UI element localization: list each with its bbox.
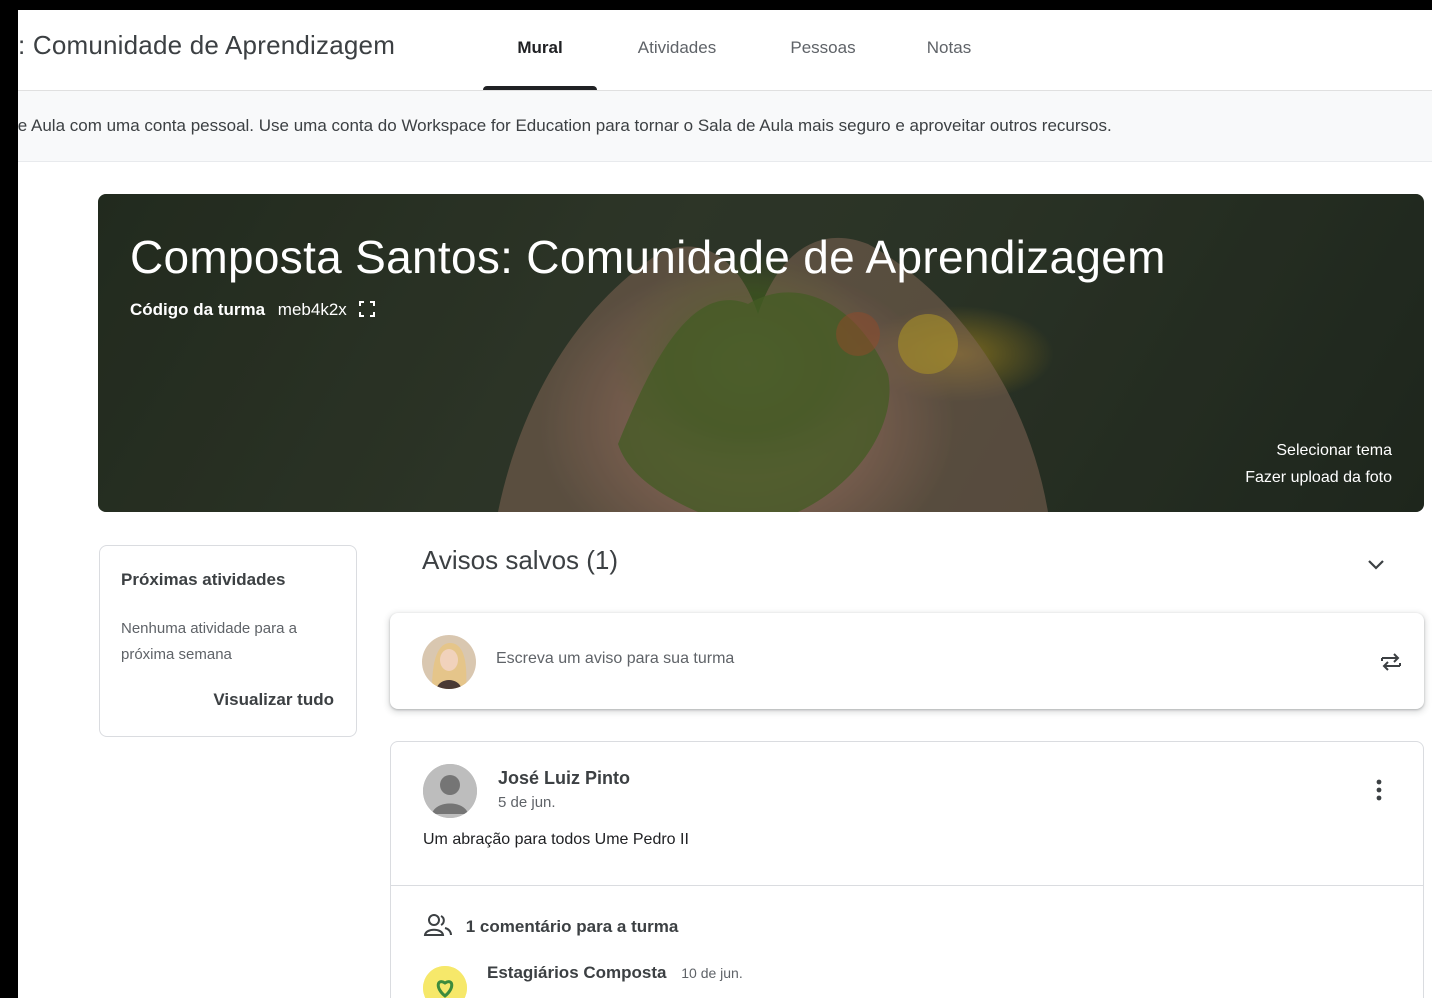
post-author[interactable]: José Luiz Pinto	[498, 768, 630, 789]
repost-icon[interactable]	[1376, 647, 1406, 677]
chevron-down-icon[interactable]	[1361, 550, 1391, 580]
saved-announcements-title[interactable]: Avisos salvos (1)	[422, 545, 618, 576]
upload-photo-link[interactable]: Fazer upload da foto	[1245, 469, 1392, 487]
post-body: Um abração para todos Ume Pedro II	[423, 831, 689, 848]
class-comments-link[interactable]: 1 comentário para a turma	[423, 912, 678, 938]
upcoming-empty-text: Nenhuma atividade para a próxima semana	[121, 620, 297, 663]
tab-pessoas[interactable]: Pessoas	[773, 10, 873, 90]
fullscreen-icon[interactable]	[358, 300, 376, 323]
more-vert-icon[interactable]	[1367, 776, 1391, 804]
people-icon	[423, 914, 452, 936]
comment-author[interactable]: Estagiários Composta	[487, 963, 667, 982]
comment-avatar	[423, 966, 467, 998]
view-all-link[interactable]: Visualizar tudo	[213, 690, 334, 710]
class-code-label: Código da turma	[130, 300, 266, 319]
top-bar: : Comunidade de Aprendizagem Mural Ativi…	[18, 10, 1432, 91]
tab-mural[interactable]: Mural	[483, 10, 597, 90]
class-code-value: meb4k2x	[277, 300, 347, 319]
banner-title: Composta Santos: Comunidade de Aprendiza…	[130, 231, 1166, 283]
comment-header: Estagiários Composta 10 de jun.	[487, 963, 743, 983]
personal-account-notice: le Aula com uma conta pessoal. Use uma c…	[18, 91, 1432, 162]
compose-placeholder[interactable]: Escreva um aviso para sua turma	[496, 650, 734, 668]
class-banner: Composta Santos: Comunidade de Aprendiza…	[98, 194, 1424, 512]
post-divider	[391, 885, 1423, 886]
announcement-post: José Luiz Pinto 5 de jun. Um abração par…	[390, 741, 1424, 998]
class-code: Código da turma meb4k2x	[130, 300, 376, 323]
author-avatar	[423, 764, 477, 818]
notice-text: le Aula com uma conta pessoal. Use uma c…	[18, 116, 1112, 135]
post-date: 5 de jun.	[498, 794, 556, 811]
comments-count-text: 1 comentário para a turma	[465, 917, 679, 936]
classroom-page: : Comunidade de Aprendizagem Mural Ativi…	[18, 10, 1432, 998]
compose-announcement[interactable]: Escreva um aviso para sua turma	[390, 613, 1424, 709]
select-theme-link[interactable]: Selecionar tema	[1276, 442, 1392, 460]
user-avatar	[422, 635, 476, 689]
upcoming-activities-card: Próximas atividades Nenhuma atividade pa…	[99, 545, 357, 737]
class-title[interactable]: : Comunidade de Aprendizagem	[18, 30, 395, 61]
tab-atividades[interactable]: Atividades	[617, 10, 737, 90]
tab-notas[interactable]: Notas	[909, 10, 989, 90]
comment-date: 10 de jun.	[681, 965, 743, 981]
upcoming-title: Próximas atividades	[121, 570, 286, 589]
